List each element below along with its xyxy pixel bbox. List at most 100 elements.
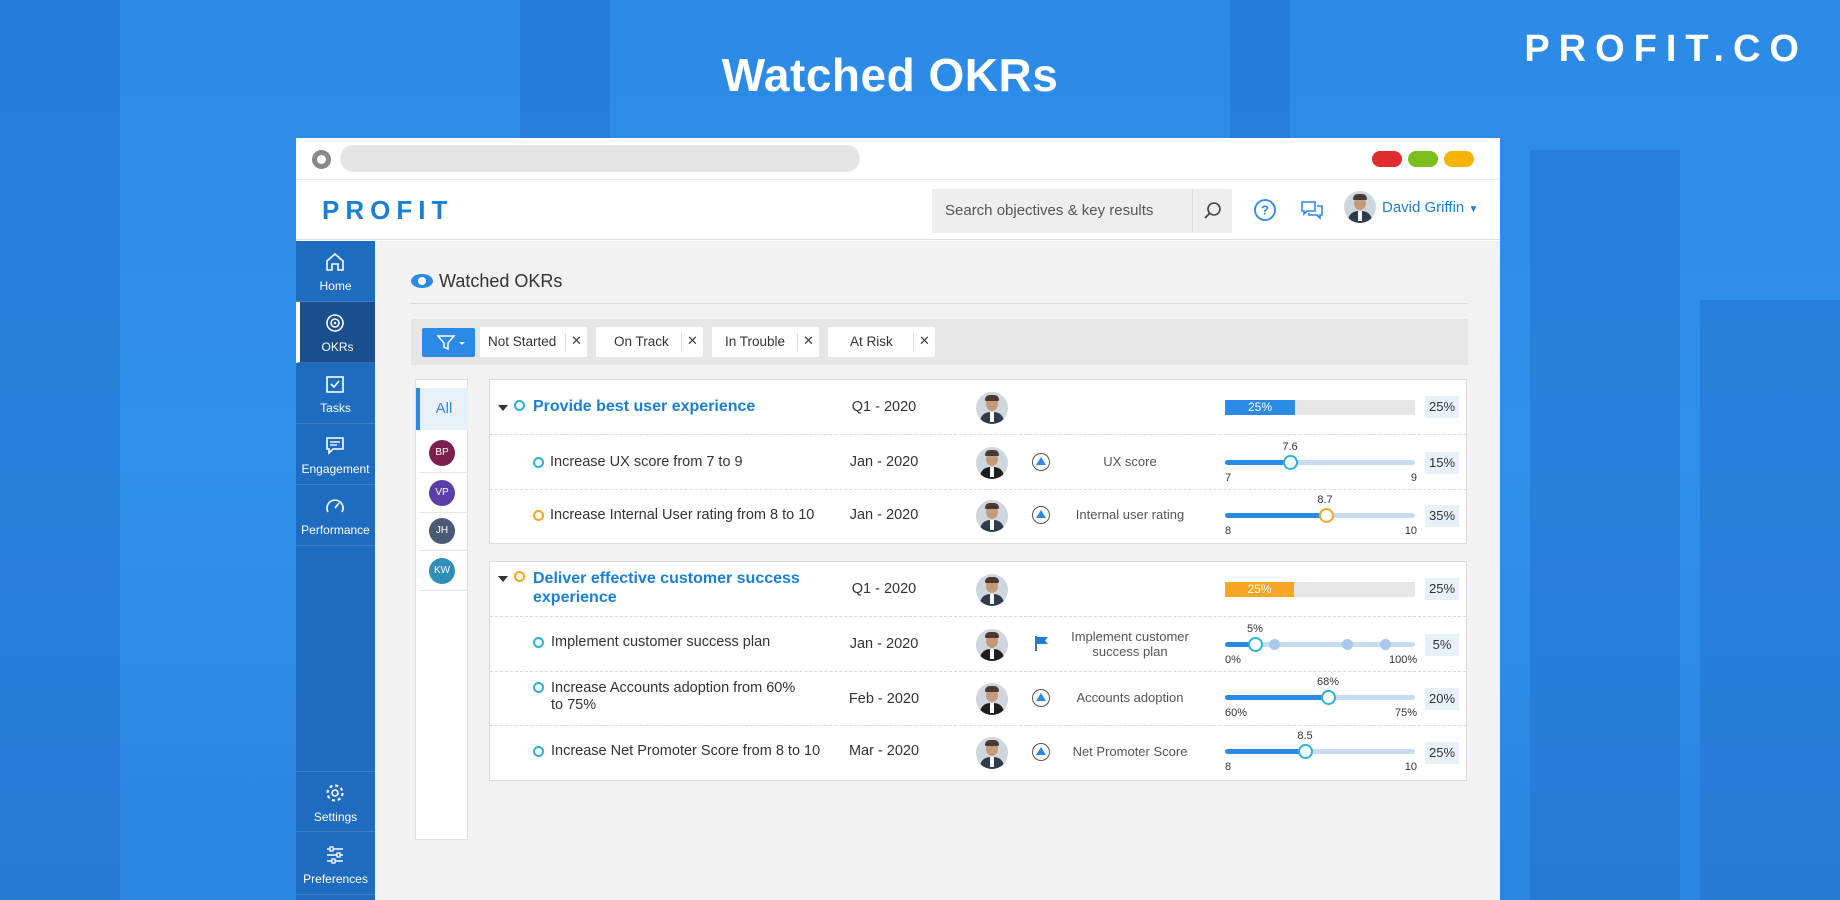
sidebar-item-engagement[interactable]: Engagement (296, 424, 375, 485)
increase-type-icon (1032, 506, 1050, 524)
key-result-percent: 25% (1425, 742, 1459, 764)
app-logo[interactable]: PROFIT (322, 195, 453, 226)
objective-row[interactable]: Deliver effective customer success exper… (490, 562, 1466, 617)
status-ring-icon (533, 682, 544, 693)
avatar-jh[interactable]: JH (429, 518, 455, 544)
objective-title[interactable]: Deliver effective customer success exper… (533, 569, 813, 607)
status-ring-icon (514, 400, 525, 411)
browser-icon (312, 150, 331, 169)
key-result-title[interactable]: Increase Net Promoter Score from 8 to 10 (551, 743, 820, 760)
sidebar-item-label: Preferences (303, 872, 368, 886)
sidebar-item-label: Engagement (301, 462, 370, 476)
close-icon[interactable]: ✕ (913, 333, 935, 351)
objective-period: Q1 - 2020 (851, 581, 917, 597)
progress-slider[interactable] (1225, 637, 1415, 652)
sidebar-item-settings[interactable]: Settings (296, 771, 375, 832)
key-result-row[interactable]: Increase Internal User rating from 8 to … (490, 490, 1466, 543)
progress-slider[interactable] (1225, 508, 1415, 523)
owner-avatar (976, 447, 1008, 484)
filter-button[interactable] (422, 328, 475, 357)
key-result-title[interactable]: Increase UX score from 7 to 9 (550, 454, 743, 471)
window-maximize-button[interactable] (1444, 151, 1474, 167)
search-button[interactable] (1192, 189, 1232, 233)
progress-slider[interactable] (1225, 744, 1415, 759)
avatar-kw[interactable]: KW (429, 558, 455, 584)
chip-label: At Risk (850, 334, 893, 349)
sidebar-item-label: Settings (313, 810, 358, 824)
chip-label: In Trouble (725, 334, 786, 349)
divider (420, 590, 468, 591)
key-result-row[interactable]: Increase Net Promoter Score from 8 to 10… (490, 726, 1466, 780)
address-bar[interactable] (340, 145, 860, 172)
slider-knob[interactable] (1297, 744, 1313, 759)
window-titlebar (296, 138, 1500, 180)
search-placeholder: Search objectives & key results (945, 202, 1154, 219)
target-icon (326, 314, 344, 332)
gear-icon (326, 784, 344, 802)
key-result-row[interactable]: Increase Accounts adoption from 60% to 7… (490, 672, 1466, 726)
slider-fill (1225, 460, 1290, 465)
divider (420, 512, 468, 513)
main-content: Watched OKRs Not Started ✕ On Track ✕ In… (375, 241, 1500, 900)
target-start: 8 (1225, 525, 1232, 537)
key-result-title[interactable]: Increase Accounts adoption from 60% to 7… (551, 680, 801, 714)
close-icon[interactable]: ✕ (681, 333, 703, 351)
target-end: 10 (1404, 525, 1417, 537)
slider-knob[interactable] (1320, 690, 1336, 705)
metric-name: Accounts adoption (1076, 690, 1184, 705)
sidebar-item-tasks[interactable]: Tasks (296, 363, 375, 424)
progress-label: 25% (1247, 400, 1273, 414)
increase-type-icon (1032, 743, 1050, 761)
search-input[interactable]: Search objectives & key results (932, 189, 1232, 233)
filter-bar: Not Started ✕ On Track ✕ In Trouble ✕ At… (411, 319, 1468, 365)
owner-avatar (976, 629, 1008, 666)
filter-icon (436, 335, 465, 351)
key-result-title[interactable]: Increase Internal User rating from 8 to … (550, 507, 814, 524)
avatar-bp[interactable]: BP (429, 440, 455, 466)
progress-slider[interactable] (1225, 455, 1415, 470)
sidebar-item-home[interactable]: Home (296, 241, 375, 302)
slider-knob[interactable] (1282, 455, 1298, 470)
status-ring-icon (533, 457, 544, 468)
filter-chip-not-started: Not Started ✕ (480, 327, 587, 357)
objective-card: Provide best user experience Q1 - 2020 2… (489, 379, 1467, 544)
slider-fill (1225, 749, 1305, 754)
expand-caret-icon[interactable] (498, 576, 508, 582)
avatar-vp[interactable]: VP (429, 480, 455, 506)
key-result-row[interactable]: Implement customer success plan Jan - 20… (490, 617, 1466, 672)
current-value: 8.7 (1317, 494, 1333, 506)
current-value: 7.6 (1282, 441, 1298, 453)
sidebar-item-okrs[interactable]: OKRs (296, 302, 375, 363)
objective-title[interactable]: Provide best user experience (533, 397, 755, 416)
objective-card: Deliver effective customer success exper… (489, 561, 1467, 781)
people-filter-all[interactable]: All (416, 388, 468, 430)
svg-text:?: ? (1261, 203, 1269, 218)
close-icon[interactable]: ✕ (797, 333, 819, 351)
sliders-icon (327, 846, 343, 864)
sidebar-item-performance[interactable]: Performance (296, 485, 375, 546)
window-minimize-button[interactable] (1408, 151, 1438, 167)
key-result-row[interactable]: Increase UX score from 7 to 9 Jan - 2020… (490, 435, 1466, 490)
milestone-flag-icon (1035, 636, 1048, 651)
progress-slider[interactable] (1225, 690, 1415, 705)
window-close-button[interactable] (1372, 151, 1402, 167)
background-building (1530, 150, 1680, 900)
key-result-title[interactable]: Implement customer success plan (551, 634, 770, 651)
close-icon[interactable]: ✕ (565, 333, 587, 351)
slider-knob[interactable] (1318, 508, 1334, 523)
slider-knob[interactable] (1248, 637, 1264, 652)
filter-chip-at-risk: At Risk ✕ (828, 327, 935, 357)
user-menu[interactable]: David Griffin ▼ (1344, 191, 1478, 225)
target-start: 7 (1225, 472, 1232, 484)
objective-row[interactable]: Provide best user experience Q1 - 2020 2… (490, 380, 1466, 435)
key-result-period: Feb - 2020 (848, 691, 920, 707)
objective-period: Q1 - 2020 (851, 399, 917, 415)
target-end: 9 (1410, 472, 1417, 484)
messages-icon[interactable] (1300, 198, 1324, 222)
search-icon (1204, 202, 1221, 219)
help-icon[interactable]: ? (1253, 198, 1277, 222)
status-ring-icon (533, 746, 544, 757)
expand-caret-icon[interactable] (498, 405, 508, 411)
owner-avatar (976, 683, 1008, 720)
sidebar-item-preferences[interactable]: Preferences (296, 834, 375, 895)
